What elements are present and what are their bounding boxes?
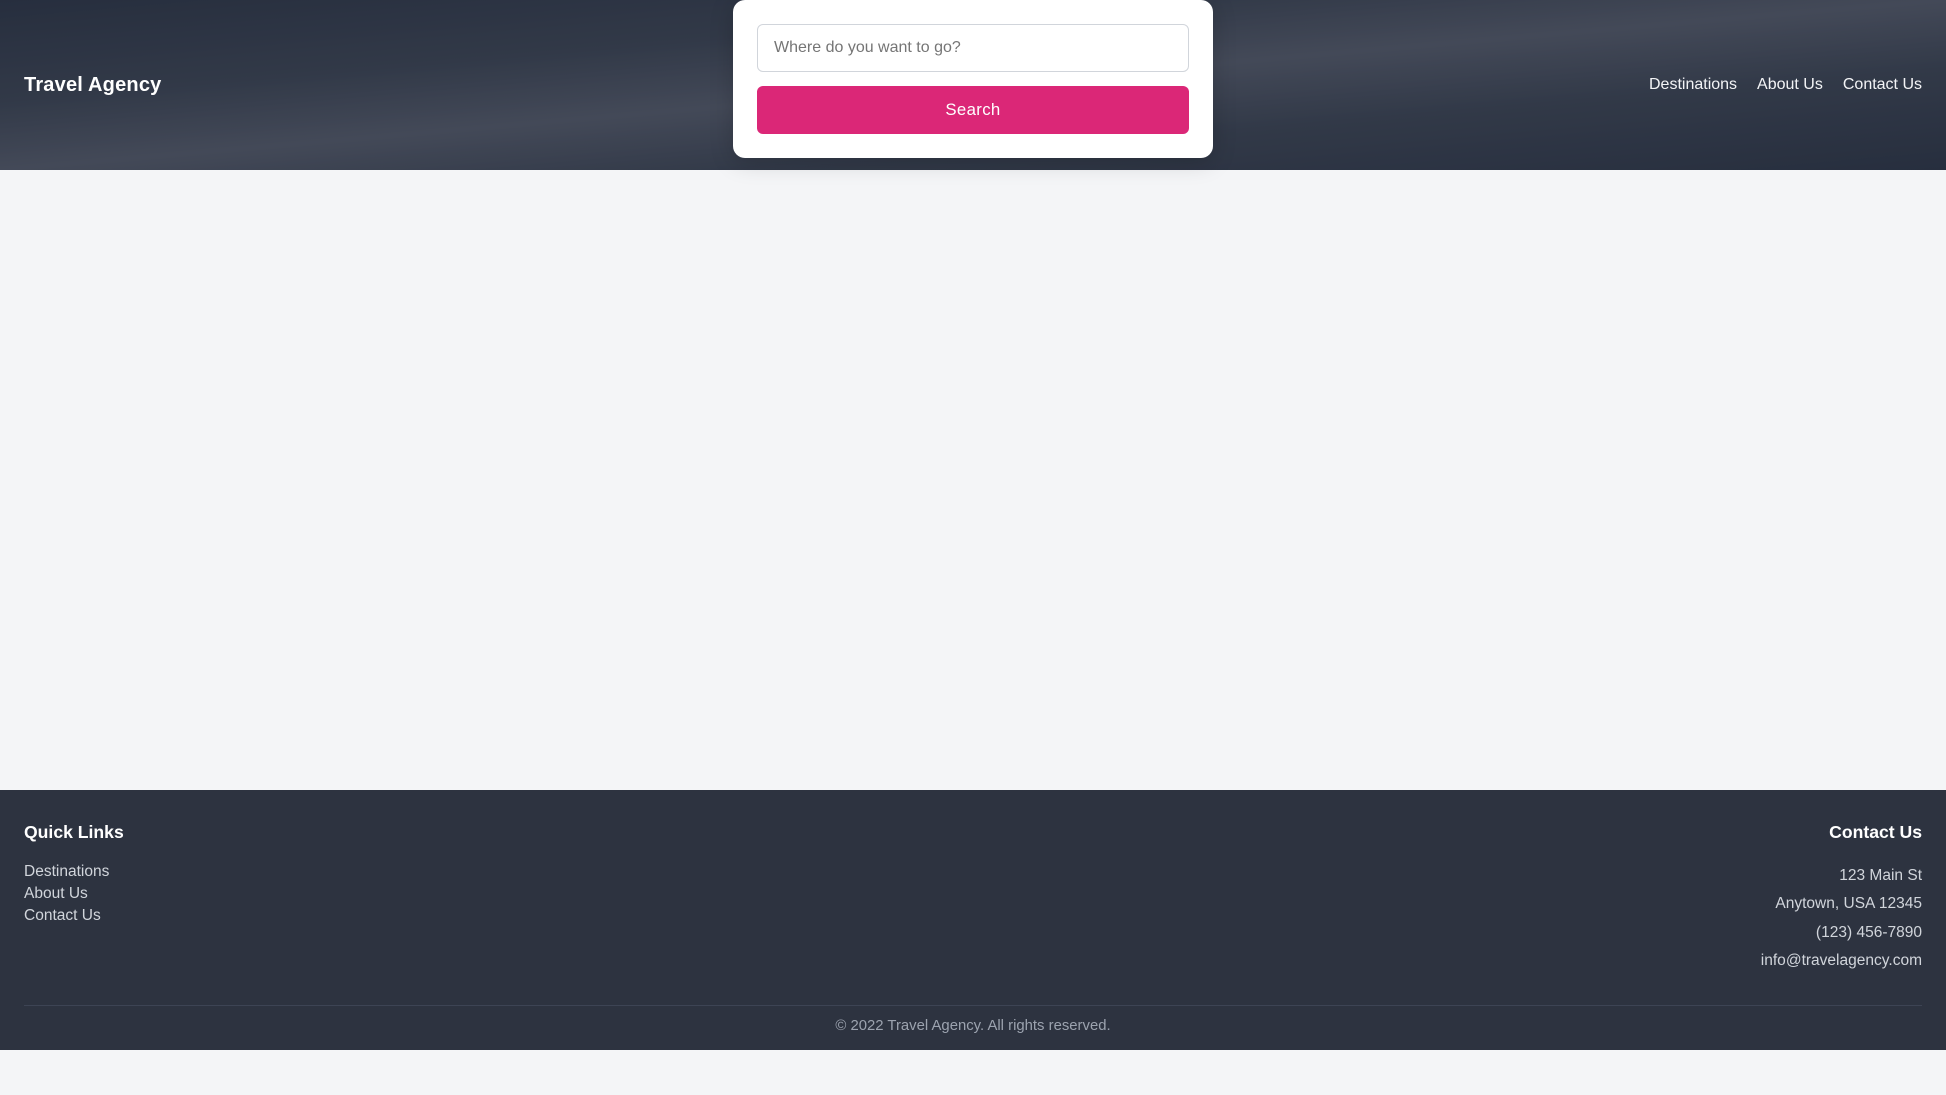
footer: Quick Links Destinations About Us Contac…	[0, 790, 1946, 1050]
nav-link-contact[interactable]: Contact Us	[1843, 76, 1922, 93]
footer-link-item-contact[interactable]: Contact Us	[24, 907, 657, 925]
search-input[interactable]	[757, 24, 1189, 72]
footer-link-about[interactable]: About Us	[24, 885, 88, 902]
footer-contact-col: Contact Us 123 Main St Anytown, USA 1234…	[1289, 822, 1922, 977]
footer-link-item-destinations[interactable]: Destinations	[24, 863, 657, 881]
footer-columns: Quick Links Destinations About Us Contac…	[24, 822, 1922, 977]
footer-copyright: © 2022 Travel Agency. All rights reserve…	[24, 1005, 1922, 1034]
nav-item-contact[interactable]: Contact Us	[1843, 76, 1922, 94]
quick-links-heading: Quick Links	[24, 822, 657, 843]
nav-item-destinations[interactable]: Destinations	[1649, 76, 1737, 94]
hero-section: Travel Agency Destinations About Us Cont…	[0, 0, 1946, 170]
main-nav: Destinations About Us Contact Us	[1649, 76, 1922, 94]
content-area	[0, 170, 1946, 790]
search-card: Search	[733, 0, 1213, 158]
nav-link-destinations[interactable]: Destinations	[1649, 76, 1737, 93]
footer-link-contact[interactable]: Contact Us	[24, 907, 101, 924]
contact-address1: 123 Main St	[1289, 863, 1922, 889]
contact-phone: (123) 456-7890	[1289, 920, 1922, 946]
footer-quick-links-col: Quick Links Destinations About Us Contac…	[24, 822, 657, 977]
nav-link-about[interactable]: About Us	[1757, 76, 1823, 93]
search-card-wrapper: Search	[733, 0, 1213, 158]
footer-link-destinations[interactable]: Destinations	[24, 863, 109, 880]
nav-item-about[interactable]: About Us	[1757, 76, 1823, 94]
footer-middle-col	[657, 822, 1290, 977]
contact-heading: Contact Us	[1289, 822, 1922, 843]
brand-logo[interactable]: Travel Agency	[24, 74, 161, 97]
footer-link-item-about[interactable]: About Us	[24, 885, 657, 903]
contact-email: info@travelagency.com	[1289, 948, 1922, 974]
contact-address2: Anytown, USA 12345	[1289, 891, 1922, 917]
quick-links-list: Destinations About Us Contact Us	[24, 863, 657, 925]
search-button[interactable]: Search	[757, 86, 1189, 134]
copyright-text: © 2022 Travel Agency. All rights reserve…	[835, 1018, 1110, 1034]
